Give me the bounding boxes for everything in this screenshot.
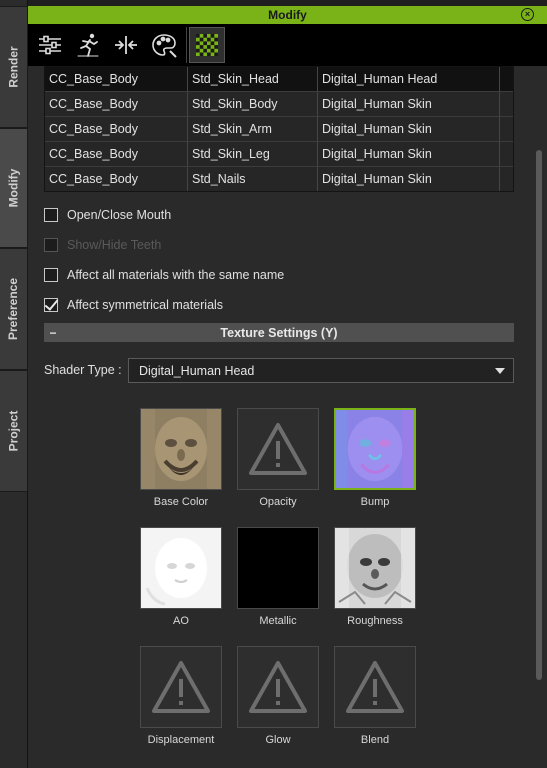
texture-label: Opacity [259,496,297,508]
title-bar: Modify × [28,6,547,24]
side-tab-bar: Render Modify Preference Project [0,0,28,768]
texture-settings-title: Texture Settings (Y) [220,325,338,340]
texture-label: AO [173,615,189,627]
object-cell: CC_Base_Body [45,142,188,166]
texture-slot-glow[interactable]: Glow [236,646,320,746]
tab-preference[interactable]: Preference [0,248,28,370]
shader-type-dropdown[interactable]: Digital_Human Head [128,358,514,383]
align-arrows-icon[interactable] [108,27,144,63]
affect-symmetrical-label: Affect symmetrical materials [67,298,224,312]
warning-icon [249,423,307,475]
warning-icon [152,661,210,713]
opacity-thumbnail[interactable] [237,408,319,490]
shader-cell: Digital_Human Skin [318,167,500,191]
affect-same-name-checkbox[interactable] [44,268,58,282]
checker-material-icon[interactable] [189,27,225,63]
tab-project-label: Project [6,410,21,452]
open-close-mouth-label: Open/Close Mouth [67,208,172,222]
ao-thumbnail[interactable] [140,527,222,609]
affect-symmetrical-checkbox[interactable] [44,298,58,312]
bump-thumbnail[interactable] [334,408,416,490]
tab-project[interactable]: Project [0,370,28,492]
texture-slot-ao[interactable]: AO [139,527,223,627]
base-color-thumbnail[interactable] [140,408,222,490]
texture-settings-header[interactable]: − Texture Settings (Y) [44,323,514,342]
tab-preference-label: Preference [6,277,21,341]
material-cell: Std_Skin_Arm [188,117,318,141]
blend-thumbnail[interactable] [334,646,416,728]
texture-label: Roughness [347,615,403,627]
object-cell: CC_Base_Body [45,92,188,116]
show-hide-teeth-checkbox [44,238,58,252]
tab-modify-label: Modify [6,168,21,208]
modify-panel-content: CC_Base_Body Std_Skin_Head Digital_Human… [28,66,547,768]
table-row[interactable]: CC_Base_Body Std_Skin_Head Digital_Human… [45,67,513,92]
metallic-thumbnail[interactable] [237,527,319,609]
texture-slot-base-color[interactable]: Base Color [139,408,223,508]
displacement-thumbnail[interactable] [140,646,222,728]
texture-slot-displacement[interactable]: Displacement [139,646,223,746]
materials-table: CC_Base_Body Std_Skin_Head Digital_Human… [44,66,514,192]
affect-symmetrical-option[interactable]: Affect symmetrical materials [44,296,223,314]
tab-modify[interactable]: Modify [0,128,28,248]
table-row[interactable]: CC_Base_Body Std_Skin_Body Digital_Human… [45,92,513,117]
material-cell: Std_Skin_Body [188,92,318,116]
show-hide-teeth-label: Show/Hide Teeth [67,238,162,252]
texture-slot-metallic[interactable]: Metallic [236,527,320,627]
texture-slot-blend[interactable]: Blend [333,646,417,746]
texture-slot-opacity[interactable]: Opacity [236,408,320,508]
material-cell: Std_Skin_Head [188,67,318,91]
show-hide-teeth-option: Show/Hide Teeth [44,236,161,254]
texture-label: Base Color [153,496,209,508]
glow-thumbnail[interactable] [237,646,319,728]
panel-scroll-thumb[interactable] [536,150,542,680]
texture-slot-roughness[interactable]: Roughness [333,527,417,627]
toolbar [28,24,547,66]
toolbar-separator [186,27,187,63]
texture-label: Bump [360,496,390,508]
window-title: Modify [268,8,307,22]
open-close-mouth-checkbox[interactable] [44,208,58,222]
table-row[interactable]: CC_Base_Body Std_Nails Digital_Human Ski… [45,167,513,191]
palette-icon[interactable] [146,27,182,63]
chevron-down-icon [495,367,505,374]
material-cell: Std_Skin_Leg [188,142,318,166]
shader-type-label: Shader Type : [44,363,122,377]
table-row[interactable]: CC_Base_Body Std_Skin_Leg Digital_Human … [45,142,513,167]
tab-render-label: Render [6,46,21,88]
material-cell: Std_Nails [188,167,318,191]
warning-icon [346,661,404,713]
texture-slot-bump[interactable]: Bump [333,408,417,508]
affect-same-name-option[interactable]: Affect all materials with the same name [44,266,284,284]
shader-cell: Digital_Human Skin [318,142,500,166]
shader-cell: Digital_Human Head [318,67,500,91]
affect-same-name-label: Affect all materials with the same name [67,268,285,282]
panel-scrollbar[interactable] [533,66,547,768]
close-icon[interactable]: × [521,8,534,21]
texture-label: Displacement [147,734,215,746]
texture-label: Metallic [259,615,297,627]
object-cell: CC_Base_Body [45,117,188,141]
open-close-mouth-option[interactable]: Open/Close Mouth [44,206,171,224]
roughness-thumbnail[interactable] [334,527,416,609]
warning-icon [249,661,307,713]
object-cell: CC_Base_Body [45,67,188,91]
texture-label: Glow [265,734,291,746]
sliders-icon[interactable] [32,27,68,63]
texture-label: Blend [360,734,390,746]
shader-cell: Digital_Human Skin [318,117,500,141]
tab-render[interactable]: Render [0,6,28,128]
running-figure-icon[interactable] [70,27,106,63]
shader-cell: Digital_Human Skin [318,92,500,116]
shader-type-value: Digital_Human Head [139,363,255,378]
table-row[interactable]: CC_Base_Body Std_Skin_Arm Digital_Human … [45,117,513,142]
collapse-icon[interactable]: − [46,326,60,340]
object-cell: CC_Base_Body [45,167,188,191]
